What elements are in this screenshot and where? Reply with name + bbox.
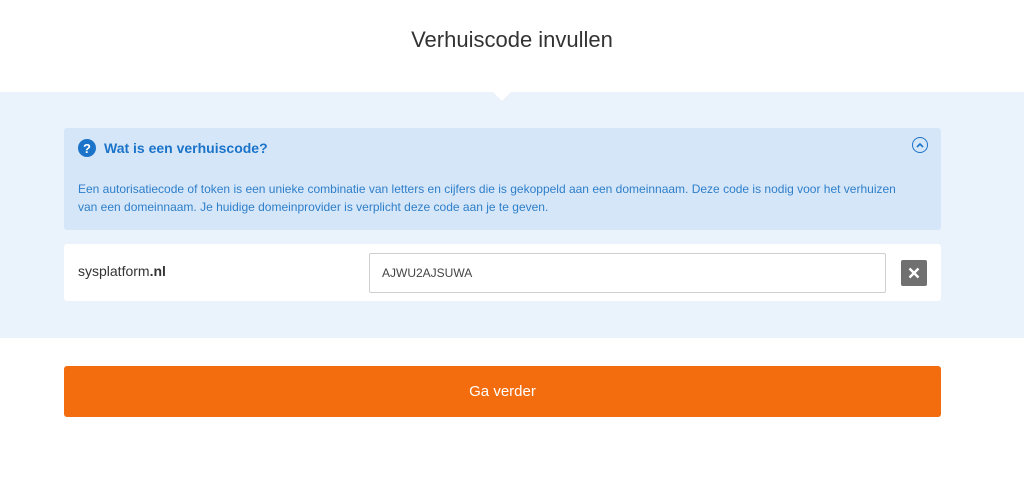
domain-name-base: sysplatform [78,263,150,279]
info-text: Een autorisatiecode of token is een unie… [78,182,896,214]
content-panel: ? Wat is een verhuiscode? Een autorisati… [0,91,1024,338]
clear-button[interactable] [901,260,927,286]
close-icon [908,267,920,279]
auth-code-input[interactable] [369,253,886,293]
collapse-button[interactable] [912,137,928,153]
continue-button[interactable]: Ga verder [64,366,941,417]
chevron-up-icon [916,142,924,148]
page-title: Verhuiscode invullen [411,27,613,52]
panel-notch [492,91,512,101]
info-header[interactable]: ? Wat is een verhuiscode? [78,138,268,158]
domain-tld: .nl [149,263,166,279]
question-circle-icon: ? [78,139,96,157]
domain-row: sysplatform.nl [64,244,941,301]
info-title: Wat is een verhuiscode? [104,140,268,156]
info-box: ? Wat is een verhuiscode? Een autorisati… [64,128,941,230]
domain-name: sysplatform.nl [78,263,166,279]
